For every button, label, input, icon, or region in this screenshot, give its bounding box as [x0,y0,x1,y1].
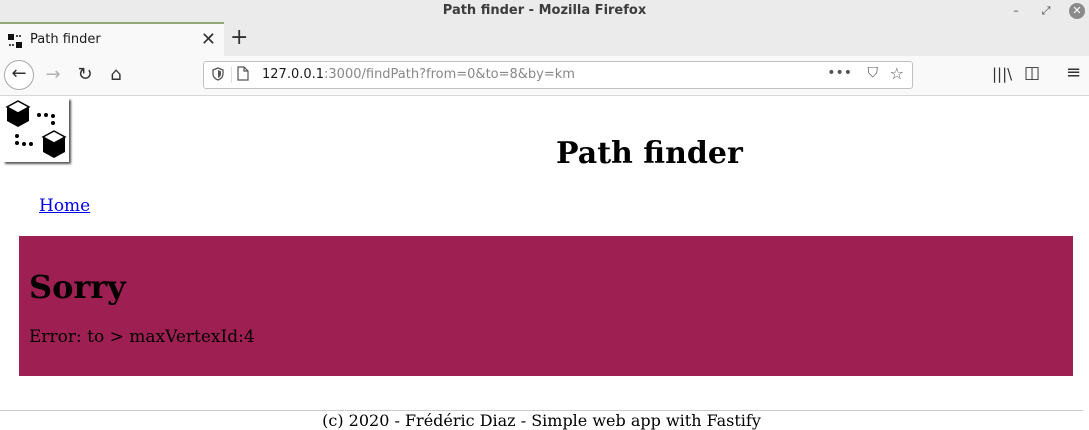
window-title: Path finder - Mozilla Firefox [442,3,647,18]
sidebar-icon[interactable]: ◫ [1024,63,1040,83]
error-message: Error: to > maxVertexId:4 [29,327,255,347]
home-link[interactable]: Home [39,196,90,216]
library-icon[interactable]: |||\ [992,65,1012,83]
page-title: Path finder [556,136,743,171]
site-logo [3,98,69,162]
window-title-bar: Path finder - Mozilla Firefox – ⤢ ✕ [0,0,1089,22]
close-window-icon[interactable]: ✕ [1069,3,1085,19]
tab-strip: Path finder ✕ + [0,22,1089,56]
forward-icon[interactable]: → [38,60,68,90]
pocket-icon[interactable]: ⛉ [868,65,879,81]
reload-icon[interactable]: ↻ [70,60,100,90]
minimize-icon[interactable]: – [1008,3,1024,19]
url-bar[interactable]: 127.0.0.1:3000/findPath?from=0&to=8&by=k… [203,61,913,89]
home-icon[interactable]: ⌂ [101,60,131,90]
new-tab-icon[interactable]: + [230,25,248,50]
page-actions-icon[interactable]: ••• [827,65,852,81]
error-heading: Sorry [29,268,126,306]
url-host: 127.0.0.1 [262,67,325,82]
tab-close-icon[interactable]: ✕ [201,29,216,50]
hamburger-menu-icon[interactable]: ≡ [1066,62,1081,83]
tracking-protection-icon[interactable] [212,67,224,85]
url-text[interactable]: 127.0.0.1:3000/findPath?from=0&to=8&by=k… [262,67,575,82]
tab-path-finder[interactable]: Path finder ✕ [0,22,224,56]
restore-icon[interactable]: ⤢ [1038,3,1054,19]
cubes-favicon-icon [8,34,22,48]
navigation-toolbar: ← → ↻ ⌂ 127.0.0.1:3000/findPath?from=0&t… [0,56,1089,96]
footer-text: (c) 2020 - Frédéric Diaz - Simple web ap… [322,411,761,430]
back-icon[interactable]: ← [4,60,34,90]
url-path: :3000/findPath?from=0&to=8&by=km [324,67,575,82]
url-separator [231,67,232,83]
cubes-logo-icon [5,100,67,158]
page-info-icon[interactable] [237,66,249,85]
tab-label: Path finder [30,32,101,47]
error-panel: Sorry Error: to > maxVertexId:4 [19,236,1073,376]
bookmark-star-icon[interactable]: ☆ [890,64,904,83]
